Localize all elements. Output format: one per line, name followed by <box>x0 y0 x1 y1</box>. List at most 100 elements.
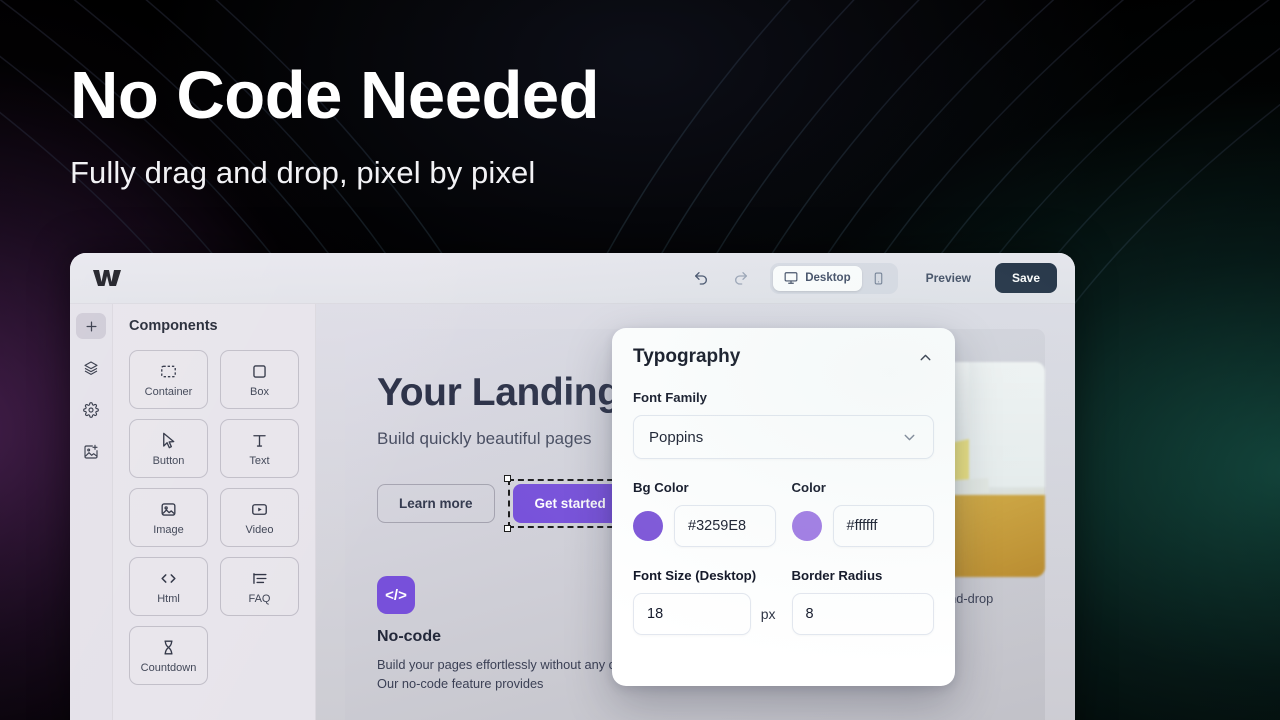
text-color-input[interactable]: #ffffff <box>832 505 934 547</box>
component-card-button[interactable]: Button <box>129 419 208 478</box>
resize-handle-bottom-left[interactable] <box>503 525 511 532</box>
hero-subtitle: Fully drag and drop, pixel by pixel <box>70 155 536 190</box>
canvas-get-started-button[interactable]: Get started <box>512 484 628 523</box>
toolbar-actions: Desktop Preview Save <box>686 262 1075 294</box>
undo-icon <box>695 272 708 285</box>
font-size-label: Font Size (Desktop) <box>633 568 757 583</box>
redo-icon <box>735 272 748 285</box>
border-radius-value: 8 <box>805 606 814 622</box>
border-radius-label: Border Radius <box>791 568 883 583</box>
left-icon-rail <box>70 304 113 720</box>
size-fields-row: Font Size (Desktop) 18 px Border Radius … <box>633 568 934 635</box>
viewport-desktop-label: Desktop <box>805 272 851 284</box>
border-radius-input[interactable]: 8 <box>791 593 934 635</box>
font-size-input[interactable]: 18 <box>633 593 751 635</box>
components-panel-title: Components <box>129 318 218 334</box>
bg-color-input[interactable]: #3259E8 <box>674 505 776 547</box>
font-family-label: Font Family <box>633 390 707 405</box>
text-color-value: #ffffff <box>846 518 878 534</box>
rail-item-add[interactable] <box>76 313 106 339</box>
canvas-headline[interactable]: Your Landing <box>377 371 621 415</box>
font-family-field: Font Family Poppins <box>633 390 934 459</box>
save-button[interactable]: Save <box>994 263 1057 293</box>
cursor-arrow-icon <box>163 432 175 448</box>
component-card-box[interactable]: Box <box>220 350 299 409</box>
monitor-icon <box>784 272 798 284</box>
canvas-selected-element: Get started <box>503 475 637 532</box>
text-t-icon <box>253 434 266 447</box>
app-toolbar: Desktop Preview Save <box>70 253 1075 304</box>
component-card-faq[interactable]: FAQ <box>220 557 299 616</box>
font-size-unit: px <box>760 606 776 622</box>
rail-item-settings[interactable] <box>76 397 106 423</box>
text-color-row: #ffffff <box>791 505 934 547</box>
component-card-countdown[interactable]: Countdown <box>129 626 208 685</box>
resize-handle-top-left[interactable] <box>503 475 511 482</box>
bg-color-label: Bg Color <box>633 480 689 495</box>
rail-item-media[interactable] <box>76 439 106 465</box>
screenshot-root: No Code Needed Fully drag and drop, pixe… <box>0 0 1280 720</box>
component-label: Countdown <box>140 661 197 674</box>
viewport-desktop-toggle[interactable]: Desktop <box>773 265 862 291</box>
hero-text-block: No Code Needed Fully drag and drop, pixe… <box>70 62 830 191</box>
text-color-swatch[interactable] <box>791 511 822 541</box>
gear-icon <box>83 402 99 418</box>
component-card-html[interactable]: Html <box>129 557 208 616</box>
bg-color-field: Bg Color #3259E8 <box>633 480 776 547</box>
font-size-row: 18 px <box>633 593 776 635</box>
undo-button[interactable] <box>686 263 716 293</box>
component-label: Video <box>245 523 274 536</box>
color-fields-row: Bg Color #3259E8 Color #ffffff <box>633 480 934 547</box>
canvas-subheadline[interactable]: Build quickly beautiful pages <box>377 429 592 449</box>
chevron-up-icon[interactable] <box>917 349 934 366</box>
component-card-image[interactable]: Image <box>129 488 208 547</box>
font-size-value: 18 <box>647 606 664 622</box>
component-label: Box <box>250 385 269 398</box>
font-size-field: Font Size (Desktop) 18 px <box>633 568 776 635</box>
components-panel: Components Container Box Button Text Ima… <box>113 304 316 720</box>
image-add-icon <box>84 444 98 459</box>
redo-button[interactable] <box>726 263 756 293</box>
component-card-container[interactable]: Container <box>129 350 208 409</box>
component-label: Image <box>153 523 184 536</box>
layers-icon <box>84 361 98 375</box>
viewport-mobile-toggle[interactable] <box>862 266 895 291</box>
code-brackets-icon <box>161 573 176 583</box>
canvas-learn-more-button[interactable]: Learn more <box>377 484 495 523</box>
plus-icon <box>86 321 96 331</box>
hero-title: No Code Needed <box>70 58 600 133</box>
video-play-icon <box>252 503 267 515</box>
component-label: Button <box>152 454 185 467</box>
components-grid: Container Box Button Text Image Video Ht… <box>129 350 299 685</box>
preview-button[interactable]: Preview <box>914 264 983 292</box>
hourglass-icon <box>164 639 173 655</box>
bg-color-row: #3259E8 <box>633 505 776 547</box>
square-icon <box>253 364 266 378</box>
bg-color-swatch[interactable] <box>633 511 663 541</box>
code-brackets-icon: </> <box>377 576 415 614</box>
component-label: FAQ <box>248 592 271 605</box>
component-label: Text <box>249 454 270 467</box>
canvas-button-row: Learn more Get started <box>377 475 637 532</box>
component-label: Html <box>157 592 180 605</box>
mobile-icon <box>874 272 882 284</box>
component-card-text[interactable]: Text <box>220 419 299 478</box>
typography-panel-title: Typography <box>633 346 741 367</box>
component-card-video[interactable]: Video <box>220 488 299 547</box>
border-radius-field: Border Radius 8 <box>791 568 934 635</box>
faq-list-icon <box>253 572 267 584</box>
image-icon <box>161 502 176 516</box>
border-radius-row: 8 <box>791 593 934 635</box>
typography-panel-header[interactable]: Typography <box>633 346 934 368</box>
brand-logo[interactable] <box>70 268 184 288</box>
rail-item-layers[interactable] <box>76 355 106 381</box>
text-color-field: Color #ffffff <box>791 480 934 547</box>
chevron-down-icon <box>901 429 918 446</box>
bg-color-value: #3259E8 <box>688 518 747 534</box>
viewport-toggle-group: Desktop <box>770 262 898 294</box>
font-family-value: Poppins <box>649 428 704 446</box>
w-logo-icon <box>93 270 121 286</box>
font-family-select[interactable]: Poppins <box>633 415 934 459</box>
component-label: Container <box>144 385 193 398</box>
text-color-label: Color <box>791 480 826 495</box>
